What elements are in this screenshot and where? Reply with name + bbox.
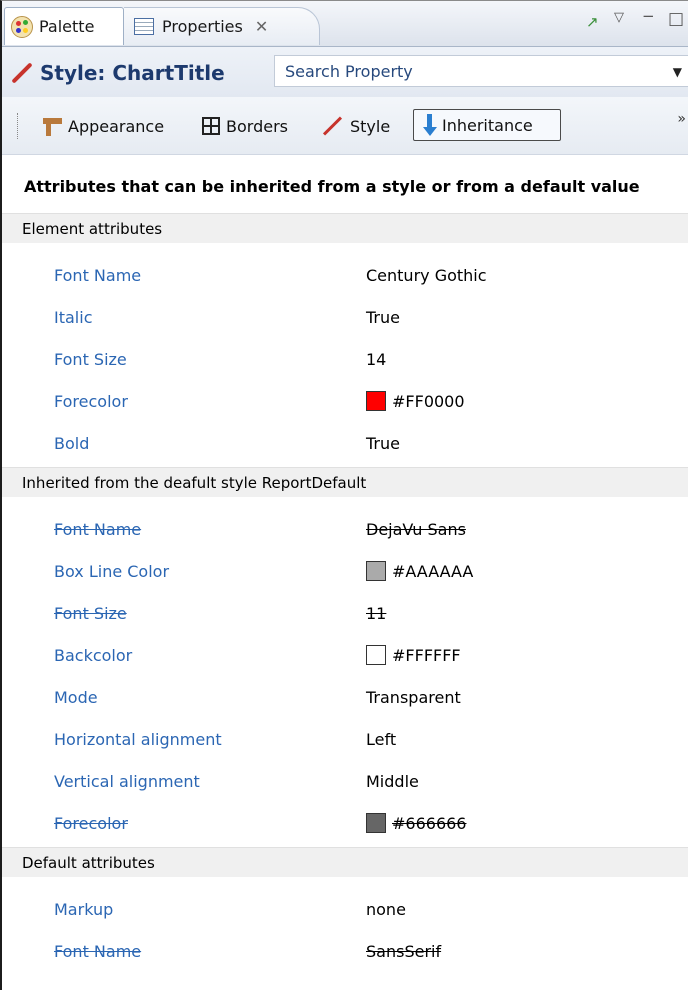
property-name[interactable]: Markup xyxy=(54,889,113,931)
property-row[interactable]: Horizontal alignment Left xyxy=(2,719,688,761)
property-row[interactable]: Italic True xyxy=(2,297,688,339)
section-inheritance[interactable]: Inheritance xyxy=(413,109,561,141)
properties-icon xyxy=(134,18,154,35)
group-inherited-attributes: Inherited from the deafult style ReportD… xyxy=(2,467,688,497)
property-value: 14 xyxy=(366,350,387,369)
property-row[interactable]: Forecolor #666666 xyxy=(2,803,688,845)
property-name[interactable]: Forecolor xyxy=(54,803,128,845)
property-name[interactable]: Box Line Color xyxy=(54,551,169,593)
property-row[interactable]: Bold True xyxy=(2,423,688,465)
section-style-label: Style xyxy=(350,116,391,136)
color-swatch[interactable] xyxy=(366,813,386,833)
property-name[interactable]: Font Size xyxy=(54,593,127,635)
property-name[interactable]: Font Name xyxy=(54,255,141,297)
property-name[interactable]: Bold xyxy=(54,423,89,465)
inheritance-icon xyxy=(422,114,437,136)
section-inheritance-label: Inheritance xyxy=(442,115,533,135)
property-value: #FF0000 xyxy=(366,381,465,423)
group-default-attributes: Default attributes xyxy=(2,847,688,877)
property-name[interactable]: Forecolor xyxy=(54,381,128,423)
appearance-icon xyxy=(40,116,62,136)
group-element-attributes: Element attributes xyxy=(2,213,688,243)
property-value: True xyxy=(366,308,400,327)
section-appearance[interactable]: Appearance xyxy=(40,111,164,141)
borders-icon xyxy=(202,117,220,135)
tab-palette[interactable]: Palette xyxy=(4,7,124,45)
pin-icon[interactable]: ↗ xyxy=(586,15,599,30)
property-row[interactable]: Box Line Color #AAAAAA xyxy=(2,551,688,593)
property-row[interactable]: Font Size 14 xyxy=(2,339,688,381)
style-title-text: Style: ChartTitle xyxy=(40,61,225,85)
style-header: Style: ChartTitle Search Property ▼ xyxy=(2,47,688,97)
section-borders-label: Borders xyxy=(226,116,288,136)
property-name[interactable]: Vertical alignment xyxy=(54,761,200,803)
minimize-icon[interactable]: − xyxy=(642,9,655,24)
search-property-input[interactable]: Search Property ▼ xyxy=(274,55,688,87)
property-value: 11 xyxy=(366,604,387,623)
search-placeholder: Search Property xyxy=(285,61,413,81)
property-name[interactable]: Font Name xyxy=(54,509,141,551)
property-row[interactable]: Font Name SansSerif xyxy=(2,931,688,973)
section-style[interactable]: Style xyxy=(322,111,390,141)
property-row[interactable]: Mode Transparent xyxy=(2,677,688,719)
toolbar-grip xyxy=(17,113,19,139)
property-value: SansSerif xyxy=(366,942,442,961)
property-value: True xyxy=(366,434,400,453)
palette-icon xyxy=(11,15,33,38)
style-icon xyxy=(322,115,344,137)
property-value: none xyxy=(366,900,406,919)
property-value: #666666 xyxy=(366,803,466,845)
view-tab-bar: Palette Properties ✕ ↗ ▽ − □ xyxy=(2,1,688,47)
property-name[interactable]: Font Name xyxy=(54,931,141,973)
color-swatch[interactable] xyxy=(366,391,386,411)
property-name[interactable]: Font Size xyxy=(54,339,127,381)
inheritance-heading: Attributes that can be inherited from a … xyxy=(24,177,640,196)
property-row[interactable]: Font Name DejaVu Sans xyxy=(2,509,688,551)
more-sections-icon[interactable]: » xyxy=(677,111,686,127)
property-name[interactable]: Horizontal alignment xyxy=(54,719,222,761)
property-value: DejaVu Sans xyxy=(366,520,466,539)
brush-icon xyxy=(10,62,32,84)
property-row[interactable]: Font Size 11 xyxy=(2,593,688,635)
property-name[interactable]: Italic xyxy=(54,297,92,339)
property-row[interactable]: Font Name Century Gothic xyxy=(2,255,688,297)
property-row[interactable]: Backcolor #FFFFFF xyxy=(2,635,688,677)
property-value: #AAAAAA xyxy=(366,551,473,593)
page-title: Style: ChartTitle xyxy=(10,59,225,87)
close-tab-icon[interactable]: ✕ xyxy=(255,17,268,36)
property-value: Middle xyxy=(366,772,419,791)
tab-palette-label: Palette xyxy=(39,17,95,36)
chevron-down-icon[interactable]: ▼ xyxy=(673,65,682,79)
property-value: #FFFFFF xyxy=(366,635,461,677)
property-value: Left xyxy=(366,730,397,749)
property-value: Century Gothic xyxy=(366,266,487,285)
property-row[interactable]: Markup none xyxy=(2,889,688,931)
color-swatch[interactable] xyxy=(366,561,386,581)
color-swatch[interactable] xyxy=(366,645,386,665)
view-menu-icon[interactable]: ▽ xyxy=(614,11,624,24)
properties-view: Palette Properties ✕ ↗ ▽ − □ Style: Char… xyxy=(0,0,688,990)
property-name[interactable]: Backcolor xyxy=(54,635,132,677)
property-row[interactable]: Vertical alignment Middle xyxy=(2,761,688,803)
property-value: Transparent xyxy=(366,688,461,707)
maximize-icon[interactable]: □ xyxy=(668,11,684,28)
section-appearance-label: Appearance xyxy=(68,116,165,136)
section-borders[interactable]: Borders xyxy=(202,111,288,141)
property-name[interactable]: Mode xyxy=(54,677,98,719)
section-toolbar: Appearance Borders Style Inheritance » xyxy=(2,97,688,155)
tab-properties[interactable]: Properties ✕ xyxy=(124,7,320,45)
property-row[interactable]: Forecolor #FF0000 xyxy=(2,381,688,423)
tab-properties-label: Properties xyxy=(162,17,243,36)
